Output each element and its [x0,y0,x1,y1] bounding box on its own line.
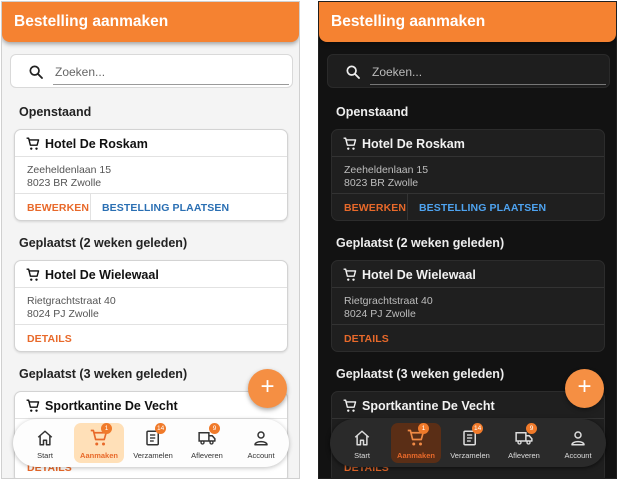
cart-icon [26,399,40,412]
order-card-header: Sportkantine De Vecht [332,392,604,419]
order-card-address: Zeeheldenlaan 15 8023 BR Zwolle [332,157,604,194]
nav-label: Aanmaken [80,451,118,460]
order-card[interactable]: Hotel De Wielewaal Rietgrachtstraat 40 8… [331,260,605,352]
nav-badge: 14 [472,423,484,434]
nav-label: Afleveren [191,451,223,460]
order-card[interactable]: Hotel De Wielewaal Rietgrachtstraat 40 8… [14,260,288,352]
address-line-2: 8024 PJ Zwolle [344,308,416,320]
nav-label: Start [37,451,53,460]
home-icon [37,430,53,446]
app-bar-title: Bestelling aanmaken [2,2,299,42]
section-heading-placed-2-weeks: Geplaatst (2 weken geleden) [19,236,188,250]
nav-item-start[interactable]: Start [336,419,388,467]
app-bar-title: Bestelling aanmaken [319,2,616,42]
cart-icon [26,137,40,150]
light-screen: Bestelling aanmaken Openstaand Hotel De … [1,1,300,479]
order-card-header: Hotel De Roskam [332,130,604,157]
nav-label: Afleveren [508,451,540,460]
nav-label: Account [564,451,592,460]
nav-item-aanmaken[interactable]: 1 Aanmaken [390,419,442,467]
details-button[interactable]: DETAILS [27,333,72,345]
order-card-address: Zeeheldenlaan 15 8023 BR Zwolle [15,157,287,194]
search-bar[interactable] [327,54,610,88]
address-line-2: 8023 BR Zwolle [344,177,419,189]
order-card-header: Hotel De Wielewaal [15,261,287,288]
add-order-fab[interactable]: + [248,369,287,408]
nav-item-aanmaken[interactable]: 1 Aanmaken [73,419,125,467]
order-card[interactable]: Hotel De Roskam Zeeheldenlaan 15 8023 BR… [14,129,288,221]
nav-item-verzamelen[interactable]: 14 Verzamelen [444,419,496,467]
order-card-address: Rietgrachtstraat 40 8024 PJ Zwolle [332,288,604,325]
nav-badge: 1 [101,423,112,434]
section-heading-openstaand: Openstaand [336,105,409,119]
nav-badge: 14 [155,423,167,434]
search-icon [29,65,43,79]
order-card-actions: BEWERKEN BESTELLING PLAATSEN [15,194,287,220]
nav-label: Verzamelen [450,451,490,460]
address-line-1: Rietgrachtstraat 40 [344,295,433,307]
order-card-name: Hotel De Wielewaal [362,268,476,282]
search-input[interactable] [370,59,606,85]
order-card[interactable]: Hotel De Roskam Zeeheldenlaan 15 8023 BR… [331,129,605,221]
address-line-1: Zeeheldenlaan 15 [344,164,429,176]
details-button[interactable]: DETAILS [344,333,389,345]
order-card-name: Sportkantine De Vecht [45,399,178,413]
order-card-actions: BEWERKEN BESTELLING PLAATSEN [332,194,604,220]
edit-button[interactable]: BEWERKEN [344,202,406,214]
nav-label: Account [247,451,275,460]
address-line-1: Zeeheldenlaan 15 [27,164,112,176]
nav-item-verzamelen[interactable]: 14 Verzamelen [127,419,179,467]
order-card-header: Sportkantine De Vecht [15,392,287,419]
order-card-name: Hotel De Wielewaal [45,268,159,282]
section-heading-placed-3-weeks: Geplaatst (3 weken geleden) [336,367,505,381]
nav-badge: 9 [209,423,220,434]
order-card-name: Sportkantine De Vecht [362,399,495,413]
nav-badge: 9 [526,423,537,434]
address-line-2: 8023 BR Zwolle [27,177,102,189]
section-heading-placed-2-weeks: Geplaatst (2 weken geleden) [336,236,505,250]
search-bar[interactable] [10,54,293,88]
section-heading-placed-3-weeks: Geplaatst (3 weken geleden) [19,367,188,381]
place-order-button[interactable]: BESTELLING PLAATSEN [419,202,546,214]
nav-item-account[interactable]: Account [552,419,604,467]
cart-icon [343,399,357,412]
dark-screen: Bestelling aanmaken Openstaand Hotel De … [318,1,617,479]
nav-item-afleveren[interactable]: 9 Afleveren [498,419,550,467]
address-line-2: 8024 PJ Zwolle [27,308,99,320]
nav-label: Aanmaken [397,451,435,460]
order-card-actions: DETAILS [332,325,604,351]
cart-icon [26,268,40,281]
nav-label: Start [354,451,370,460]
home-icon [354,430,370,446]
edit-button[interactable]: BEWERKEN [27,202,89,214]
person-icon [571,431,585,446]
nav-item-account[interactable]: Account [235,419,287,467]
place-order-button[interactable]: BESTELLING PLAATSEN [102,202,229,214]
search-input[interactable] [53,59,289,85]
nav-badge: 1 [418,423,429,434]
divider [407,194,408,220]
bottom-navigation: Start 1 Aanmaken 14 Verzamelen 9 Aflever… [13,419,289,467]
person-icon [254,431,268,446]
address-line-1: Rietgrachtstraat 40 [27,295,116,307]
divider [90,194,91,220]
order-card-actions: DETAILS [15,325,287,351]
section-heading-openstaand: Openstaand [19,105,92,119]
order-card-address: Rietgrachtstraat 40 8024 PJ Zwolle [15,288,287,325]
order-card-header: Hotel De Wielewaal [332,261,604,288]
order-card-name: Hotel De Roskam [45,137,148,151]
add-order-fab[interactable]: + [565,369,604,408]
cart-icon [343,137,357,150]
nav-item-afleveren[interactable]: 9 Afleveren [181,419,233,467]
order-card-header: Hotel De Roskam [15,130,287,157]
cart-icon [343,268,357,281]
nav-item-start[interactable]: Start [19,419,71,467]
order-card-name: Hotel De Roskam [362,137,465,151]
nav-label: Verzamelen [133,451,173,460]
bottom-navigation: Start 1 Aanmaken 14 Verzamelen 9 Aflever… [330,419,606,467]
search-icon [346,65,360,79]
